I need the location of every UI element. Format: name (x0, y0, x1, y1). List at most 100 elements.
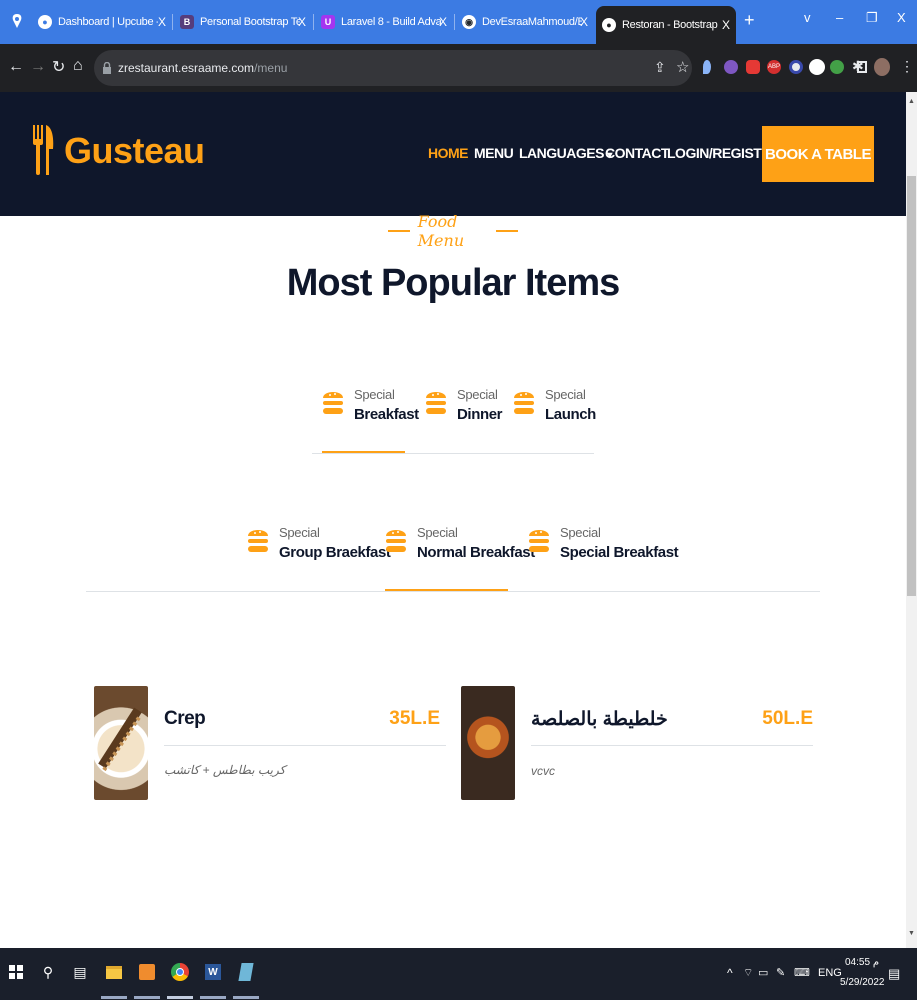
browser-tab-2[interactable]: B Personal Bootstrap Templat X (174, 8, 312, 36)
nav-home[interactable]: HOME (428, 145, 469, 161)
back-arrow-icon[interactable]: ← (8, 58, 24, 76)
menu-item[interactable]: خلطيطة بالصلصة 50L.E vcvc (461, 686, 813, 801)
minimize-button[interactable]: – (836, 10, 843, 25)
tab-launch[interactable]: Special Launch (513, 384, 596, 425)
browser-tab-1[interactable]: ● Dashboard | Upcube - Adm X (32, 8, 172, 36)
burger-icon (425, 384, 447, 425)
clock-date[interactable]: 5/29/2022 (840, 977, 885, 988)
subtab-normal-breakfast[interactable]: Special Normal Breakfast (385, 522, 535, 563)
share-icon[interactable]: ⇪ (654, 59, 666, 76)
subtab-special-breakfast[interactable]: Special Special Breakfast (528, 522, 679, 563)
adblock-icon[interactable]: ABP (767, 60, 781, 74)
search-icon[interactable]: ⚲ (38, 962, 58, 982)
tab-close-icon[interactable]: X (439, 15, 447, 29)
tab-separator (454, 14, 455, 30)
language-indicator[interactable]: ENG (818, 967, 842, 979)
close-window-button[interactable]: X (897, 10, 906, 25)
keyboard-icon[interactable]: ⌨ (794, 966, 810, 979)
browser-tab-4[interactable]: ◉ DevEsraaMahmoud/Ecomme X (456, 8, 594, 36)
file-explorer-icon[interactable] (104, 962, 124, 982)
brand-logo[interactable]: Gusteau (32, 125, 205, 177)
item-divider (164, 745, 446, 746)
restore-button[interactable]: ❐ (866, 10, 878, 26)
home-icon[interactable]: ⌂ (73, 57, 83, 75)
taskbar-active-indicator (134, 996, 160, 999)
network-icon[interactable]: ⌔ (743, 966, 753, 980)
notification-icon[interactable]: ▤ (888, 966, 900, 982)
tab-label: Dinner (457, 405, 503, 423)
active-tab-underline (322, 451, 405, 453)
section-title: Most Popular Items (286, 262, 621, 304)
nav-languages[interactable]: LANGUAGES ▾ (519, 145, 612, 161)
visual-studio-icon[interactable] (137, 962, 157, 982)
subtitle-line (388, 230, 410, 232)
tab-text: Special Launch (545, 385, 596, 425)
browser-tab-3[interactable]: U Laravel 8 - Build Advance E X (315, 8, 453, 36)
task-view-icon[interactable]: ▤ (70, 962, 90, 982)
forward-arrow-icon[interactable]: → (30, 58, 46, 76)
tab-breakfast[interactable]: Special Breakfast (322, 384, 419, 425)
tab-text: Special Special Breakfast (560, 523, 679, 563)
scroll-down-icon[interactable]: ▼ (908, 930, 915, 937)
tab-dinner[interactable]: Special Dinner (425, 384, 503, 425)
tab-search-icon[interactable] (10, 13, 24, 29)
chrome-icon[interactable] (170, 962, 190, 982)
tab-search-chevron-icon[interactable]: v (804, 10, 811, 25)
nav-contact[interactable]: CONTACT (605, 145, 669, 161)
scroll-up-icon[interactable]: ▲ (908, 98, 915, 105)
tab-close-icon[interactable]: X (298, 15, 306, 29)
item-name: خلطيطة بالصلصة (531, 709, 668, 730)
tab-text: Special Dinner (457, 385, 503, 425)
subtitle-text: Food Menu (417, 212, 465, 250)
taskbar-active-indicator (101, 996, 127, 999)
new-tab-button[interactable]: + (744, 10, 755, 31)
battery-icon[interactable]: ▭ (758, 966, 768, 979)
extension-circle-icon[interactable] (789, 60, 803, 74)
item-price: 35L.E (389, 708, 440, 729)
udemy-icon: U (321, 15, 335, 29)
burger-icon (385, 522, 407, 563)
tab-text: Special Group Braekfast (279, 523, 391, 563)
menu-item[interactable]: Crep 35L.E كريب بطاطس + كاتشب (94, 686, 446, 801)
tab-close-icon[interactable]: X (722, 18, 730, 32)
tab-label: Normal Breakfast (417, 543, 535, 561)
tab-label: Special Breakfast (560, 543, 679, 561)
bootstrap-icon: B (180, 15, 194, 29)
browser-tab-active[interactable]: ● Restoran - Bootstrap Restau X (596, 6, 736, 44)
windows-start-icon[interactable] (6, 962, 26, 982)
tab-close-icon[interactable]: X (580, 15, 588, 29)
menu-kebab-icon[interactable]: ⋮ (900, 58, 914, 75)
tab-title: DevEsraaMahmoud/Ecomme (482, 16, 582, 28)
tab-label: Breakfast (354, 405, 419, 423)
sidepanel-icon[interactable] (857, 61, 867, 73)
scrollbar-thumb[interactable] (907, 176, 916, 596)
tab-small-label: Special (279, 524, 320, 540)
taskbar-active-indicator (233, 996, 259, 999)
tab-title: Restoran - Bootstrap Restau (622, 19, 718, 31)
extension-leaf-icon[interactable] (830, 60, 844, 74)
nav-menu[interactable]: MENU (474, 145, 514, 161)
pen-icon[interactable]: ✎ (776, 966, 785, 979)
extension-gear-icon[interactable] (724, 60, 738, 74)
word-icon[interactable]: W (203, 962, 223, 982)
extension-pin-icon[interactable] (703, 60, 711, 74)
tab-title: Laravel 8 - Build Advance E (341, 16, 441, 28)
book-table-button[interactable]: BOOK A TABLE (762, 126, 874, 182)
avatar[interactable] (874, 58, 890, 76)
tray-chevron-icon[interactable]: ^ (727, 966, 733, 980)
address-bar[interactable]: zrestaurant.esraame.com/menu ⇪ ☆ (94, 50, 692, 86)
tab-close-icon[interactable]: X (158, 15, 166, 29)
extension-shield-icon[interactable] (746, 60, 760, 74)
tab-small-label: Special (457, 386, 498, 402)
tab-title: Dashboard | Upcube - Adm (58, 16, 158, 28)
item-description: vcvc (531, 764, 555, 778)
globe-icon: ● (602, 18, 616, 32)
app-icon[interactable] (236, 962, 256, 982)
bookmark-star-icon[interactable]: ☆ (676, 58, 689, 76)
extension-g-icon[interactable] (809, 59, 825, 75)
subtab-group-breakfast[interactable]: Special Group Braekfast (247, 522, 391, 563)
tab-text: Special Normal Breakfast (417, 523, 535, 563)
reload-icon[interactable]: ↻ (52, 57, 65, 77)
clock-time[interactable]: 04:55 م (845, 957, 879, 968)
tab-small-label: Special (417, 524, 458, 540)
